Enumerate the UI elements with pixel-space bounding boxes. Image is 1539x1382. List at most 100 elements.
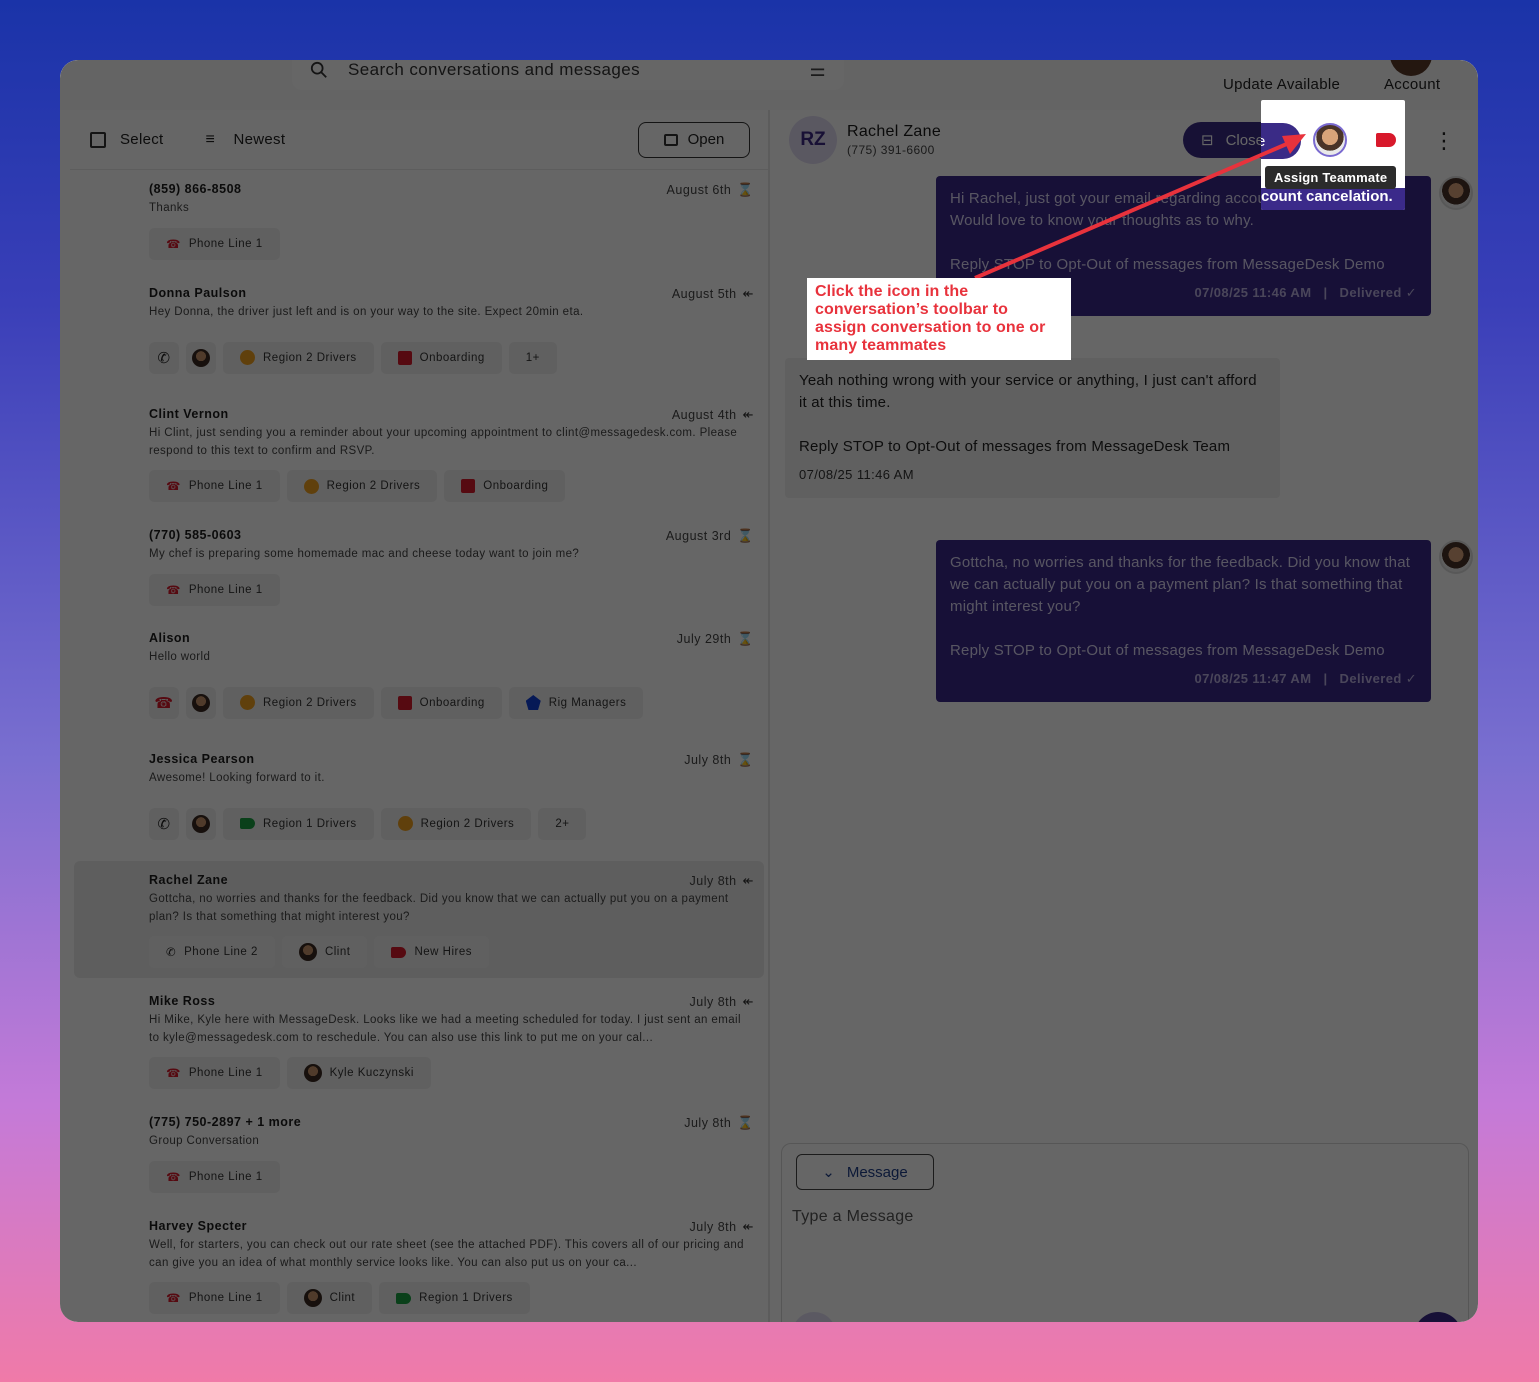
conversation-item[interactable]: Rachel Zane July 8th ↞ Gottcha, no worries … bbox=[74, 861, 764, 978]
conversation-item[interactable]: Donna Paulson August 5th ↞ Hey Donna, the d… bbox=[74, 274, 764, 384]
update-available-link[interactable]: Update Available bbox=[1223, 76, 1340, 93]
conversation-date-wrap: August 6th ⌛ bbox=[667, 182, 754, 198]
conversation-tag[interactable]: ☎ Phone Line 1 bbox=[149, 227, 280, 260]
conversation-name: Alison bbox=[149, 631, 191, 645]
phone-icon: ✆ bbox=[166, 947, 177, 959]
conversation-tag[interactable]: New Hires bbox=[374, 936, 489, 968]
conversation-preview: Thanks bbox=[149, 202, 190, 214]
select-label: Select bbox=[120, 131, 164, 148]
conversation-item[interactable]: Mike Ross July 8th ↞ Hi Mike, Kyle here wit… bbox=[74, 982, 764, 1099]
tag-label: Region 2 Drivers bbox=[263, 696, 357, 709]
message-text: Reply STOP to Opt-Out of messages from M… bbox=[950, 256, 1385, 273]
conversation-tag[interactable]: Region 2 Drivers bbox=[223, 686, 374, 719]
conversation-name: (859) 866-8508 bbox=[149, 182, 242, 196]
sort-button[interactable]: ≡ Newest bbox=[206, 131, 286, 149]
conversation-date: July 8th bbox=[689, 995, 737, 1009]
conversation-tag[interactable]: Region 2 Drivers bbox=[223, 341, 374, 374]
conversation-tag[interactable]: ☎ Phone Line 1 bbox=[149, 573, 280, 606]
conversation-tag[interactable]: Onboarding bbox=[380, 341, 502, 374]
avatar-icon bbox=[303, 1289, 322, 1307]
conversation-tag[interactable]: Region 2 Drivers bbox=[380, 807, 532, 840]
tag-label: Phone Line 1 bbox=[188, 583, 263, 596]
conversation-header: Clint Vernon August 4th ↞ bbox=[149, 407, 754, 423]
tag-label: Kyle Kuczynski bbox=[329, 1067, 414, 1079]
conversation-tag[interactable]: Clint bbox=[281, 936, 368, 968]
message-time: 07/08/25 11:47 AM bbox=[1194, 671, 1312, 686]
label-tag-icon[interactable] bbox=[1376, 133, 1396, 147]
conversation-item[interactable]: (775) 750-2897 + 1 more July 8th ⌛ Group Co… bbox=[74, 1103, 764, 1203]
tag-label: Clint bbox=[324, 946, 351, 958]
open-filter-button[interactable]: Open bbox=[638, 121, 750, 158]
account-link[interactable]: Account bbox=[1384, 76, 1440, 93]
more-tags-badge[interactable]: 1+ bbox=[508, 341, 557, 374]
send-button[interactable]: → bbox=[1414, 1312, 1462, 1322]
conversation-date: August 6th bbox=[666, 183, 732, 197]
conversation-tag[interactable]: Region 1 Drivers bbox=[379, 1282, 530, 1314]
message-input[interactable]: Type a Message bbox=[792, 1208, 914, 1226]
conversation-date-wrap: July 8th ⌛ bbox=[684, 752, 754, 768]
conversation-tag[interactable]: Clint bbox=[286, 1282, 373, 1314]
conversation-name: (775) 750-2897 + 1 more bbox=[149, 1115, 302, 1129]
select-toggle[interactable]: Select bbox=[90, 131, 164, 148]
conversation-tag[interactable]: ☎ Phone Line 1 bbox=[149, 1057, 280, 1089]
conversation-tag[interactable]: Region 2 Drivers bbox=[286, 470, 438, 502]
phone-icon: ✆ bbox=[157, 349, 171, 367]
assign-teammate-icon[interactable] bbox=[1313, 123, 1347, 157]
search-bar[interactable]: Search conversations and messages ⚌ bbox=[292, 60, 844, 90]
conversation-tag[interactable]: Rig Managers bbox=[508, 686, 644, 719]
phone-line-tag[interactable]: ☎ bbox=[149, 686, 179, 719]
message-type-select[interactable]: ⌄ Message bbox=[796, 1154, 934, 1190]
filter-icon[interactable]: ⚌ bbox=[809, 60, 826, 81]
conversation-item[interactable]: (770) 585-0603 August 3rd ⌛ My chef is prep… bbox=[74, 516, 764, 616]
conversation-item[interactable]: (859) 866-8508 August 6th ⌛ Thanks ☎ Phone Li… bbox=[74, 170, 764, 270]
checkbox-icon bbox=[90, 131, 106, 148]
conversation-tag[interactable]: Region 1 Drivers bbox=[223, 807, 374, 840]
emoji-icon[interactable]: ☻ bbox=[852, 1321, 880, 1322]
conversation-item[interactable]: Clint Vernon August 4th ↞ Hi Clint, just se… bbox=[74, 395, 764, 512]
assignees-tag[interactable] bbox=[186, 341, 216, 374]
attach-plus-icon[interactable]: + bbox=[792, 1312, 836, 1322]
hourglass-icon: ⌛ bbox=[737, 752, 754, 767]
contact-name[interactable]: Rachel Zane bbox=[847, 123, 941, 141]
conversation-preview: Hello world bbox=[149, 651, 211, 663]
conversation-name: Jessica Pearson bbox=[149, 752, 255, 766]
square-tag-icon bbox=[397, 350, 412, 365]
conversation-tag[interactable]: Onboarding bbox=[444, 470, 566, 502]
conversation-item[interactable]: Jessica Pearson July 8th ⌛ Awesome! Looking… bbox=[74, 740, 764, 850]
instruction-callout: Click the icon in the conversation’s too… bbox=[807, 278, 1071, 360]
message-text: Yeah nothing wrong with your service or … bbox=[799, 372, 1257, 411]
conversation-tag[interactable]: ☎ Phone Line 1 bbox=[149, 1160, 280, 1193]
conversation-tag[interactable]: Kyle Kuczynski bbox=[286, 1057, 431, 1089]
conversation-tag[interactable]: ✆ Phone Line 2 bbox=[149, 936, 275, 968]
hashtag-icon[interactable]: # bbox=[940, 1321, 968, 1322]
message-time: 07/08/25 11:46 AM bbox=[1194, 285, 1312, 300]
account-avatar[interactable] bbox=[1390, 60, 1432, 76]
conversation-tag[interactable]: ☎ Phone Line 1 bbox=[149, 1282, 280, 1314]
conversation-item[interactable]: Alison July 29th ⌛ Hello world ☎ Region 2 Dri… bbox=[74, 619, 764, 729]
more-options-icon[interactable]: ⋮ bbox=[1433, 130, 1455, 152]
tag-label: Rig Managers bbox=[548, 696, 627, 709]
message-text: Gottcha, no worries and thanks for the f… bbox=[950, 554, 1411, 615]
tag-list: ✆ Phone Line 2 Clint New Hires bbox=[149, 936, 754, 968]
tag-list: ✆ Region 1 Drivers Region 2 Drivers 2+ bbox=[149, 807, 754, 840]
text-format-icon[interactable]: Tт bbox=[896, 1321, 924, 1322]
conversation-item[interactable]: Harvey Specter July 8th ↞ Well, for starter… bbox=[74, 1207, 764, 1322]
conversation-date-wrap: July 8th ↞ bbox=[690, 994, 755, 1010]
assign-teammate-tooltip: Assign Teammate bbox=[1265, 166, 1397, 189]
conversation-header: (775) 750-2897 + 1 more July 8th ⌛ bbox=[149, 1115, 754, 1131]
assignees-tag[interactable] bbox=[186, 807, 216, 840]
contact-avatar[interactable]: RZ bbox=[789, 116, 837, 164]
conversation-header: Jessica Pearson July 8th ⌛ bbox=[149, 752, 754, 768]
conversation-tag[interactable]: Onboarding bbox=[380, 686, 502, 719]
phone-line-tag[interactable]: ✆ bbox=[149, 807, 179, 840]
close-label: Close bbox=[1225, 131, 1264, 149]
conversation-preview: Hi Mike, Kyle here with MessageDesk. Loo… bbox=[149, 1014, 741, 1044]
assignees-tag[interactable] bbox=[186, 686, 216, 719]
conversation-tag[interactable]: ☎ Phone Line 1 bbox=[149, 470, 280, 502]
conversation-date-wrap: July 29th ⌛ bbox=[677, 631, 754, 647]
tag-label: Clint bbox=[329, 1292, 356, 1304]
reply-all-icon: ↞ bbox=[742, 1219, 754, 1234]
list-toolbar: Select ≡ Newest Open bbox=[70, 110, 770, 170]
more-tags-badge[interactable]: 2+ bbox=[538, 807, 587, 840]
phone-line-tag[interactable]: ✆ bbox=[149, 341, 179, 374]
